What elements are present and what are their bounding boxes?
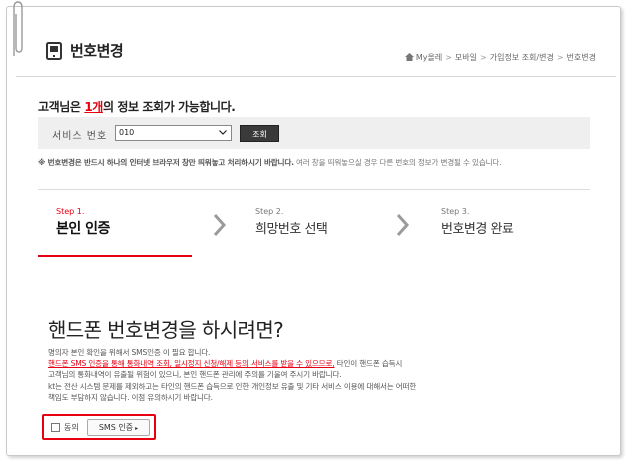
breadcrumb: My올레 > 모바일 > 가입정보 조회/변경 > 번호변경 — [404, 52, 596, 63]
desc-line: 핸드폰 SMS 인증을 통해 통화내역 조회, 일시정지 신청/해제 등의 서비… — [48, 358, 568, 369]
desc-text: 타인이 핸드폰 습득시 — [334, 359, 403, 369]
notice-bold-text: ※ 번호변경은 반드시 하나의 인터넷 브라우저 창만 띄워놓고 처리하시기 바… — [38, 158, 294, 167]
step-3: Step 3. 번호변경 완료 — [441, 207, 514, 237]
step-number: Step 1. — [56, 207, 85, 216]
browser-notice: ※ 번호변경은 반드시 하나의 인터넷 브라우저 창만 띄워놓고 처리하시기 바… — [38, 157, 590, 169]
lookup-button[interactable]: 조회 — [240, 125, 279, 142]
sms-auth-button[interactable]: SMS 인증 ▸ — [87, 419, 150, 436]
section-heading: 핸드폰 번호변경을 하시려면? — [48, 318, 284, 342]
info-prefix: 고객님은 — [38, 100, 85, 114]
breadcrumb-item-number-change: 번호변경 — [566, 53, 596, 62]
desc-line: 명의자 본인 확인을 위해서 SMS인증 이 필요 합니다. — [48, 348, 211, 357]
step-title: 본인 인증 — [56, 221, 110, 237]
available-count: 1개 — [84, 100, 103, 114]
home-icon — [404, 53, 414, 61]
chevron-right-icon — [396, 213, 410, 237]
info-suffix: 의 정보 조회가 가능합니다. — [102, 100, 236, 114]
active-step-indicator — [38, 255, 192, 257]
service-number-value: 010 — [119, 128, 135, 137]
sms-auth-description: 명의자 본인 확인을 위해서 SMS인증 이 필요 합니다. 핸드폰 SMS 인… — [48, 347, 568, 403]
step-number: Step 3. — [441, 207, 470, 216]
steps-divider — [38, 189, 590, 190]
breadcrumb-item-subscription-info[interactable]: 가입정보 조회/변경 — [490, 53, 554, 62]
step-2: Step 2. 희망번호 선택 — [255, 207, 328, 237]
breadcrumb-separator: > — [556, 53, 564, 62]
page-header: 번호변경 My올레 > 모바일 > 가입정보 조회/변경 > 번호변경 — [16, 24, 616, 77]
page-title: 번호변경 — [70, 42, 124, 60]
breadcrumb-item-mobile[interactable]: 모바일 — [455, 53, 477, 62]
step-1: Step 1. 본인 인증 — [56, 207, 110, 238]
step-title: 번호변경 완료 — [441, 222, 514, 237]
step-title: 희망번호 선택 — [255, 222, 328, 237]
step-number: Step 2. — [255, 207, 284, 216]
desc-line: 책임도 부담하지 않습니다. 이점 유의하시기 바랍니다. — [48, 392, 213, 402]
inquiry-availability-text: 고객님은 1개의 정보 조회가 가능합니다. — [38, 98, 236, 115]
desc-line: kt는 전산 시스템 문제를 제외하고는 타인의 핸드폰 습득으로 인한 개인정… — [48, 381, 417, 391]
service-number-bar: 서비스 번호 010 조회 — [38, 117, 590, 149]
breadcrumb-separator: > — [445, 53, 452, 62]
notice-text: 여러 창을 띄워놓으실 경우 다른 번호의 정보가 변경될 수 있습니다. — [293, 158, 502, 167]
breadcrumb-item-myolleh[interactable]: My올레 — [416, 53, 442, 62]
chevron-down-icon — [219, 130, 227, 135]
sms-auth-label: SMS 인증 — [98, 423, 134, 432]
desc-line: 고객님의 통화내역이 유출될 위험이 있으니, 본인 핸드폰 관리에 주의를 기… — [48, 370, 342, 380]
warning-text: 핸드폰 SMS 인증을 통해 통화내역 조회, 일시정지 신청/해제 등의 서비… — [48, 359, 335, 369]
agree-checkbox[interactable] — [51, 423, 60, 432]
chevron-right-icon — [213, 213, 227, 237]
caret-right-icon: ▸ — [135, 425, 139, 432]
mobile-phone-icon — [46, 42, 62, 60]
service-number-label: 서비스 번호 — [52, 131, 108, 142]
service-number-select[interactable]: 010 — [115, 125, 232, 141]
agree-label[interactable]: 동의 — [64, 422, 79, 433]
agreement-box: 동의 SMS 인증 ▸ — [42, 414, 156, 440]
breadcrumb-separator: > — [480, 53, 487, 62]
